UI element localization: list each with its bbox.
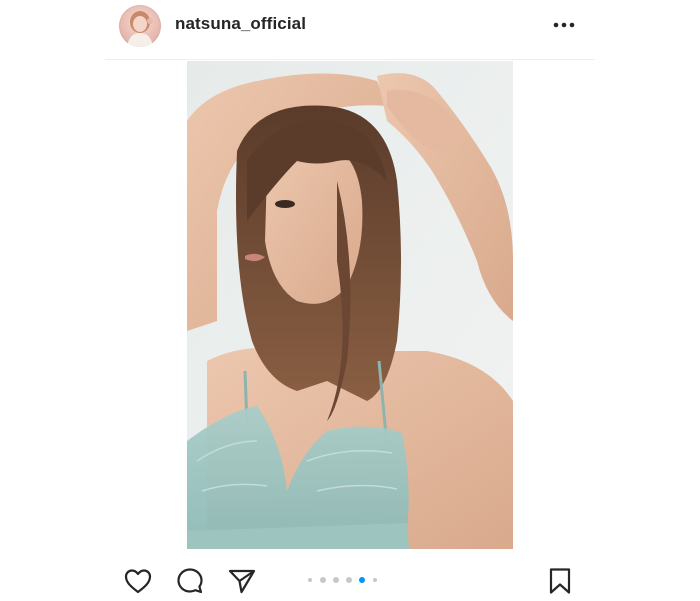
- comment-icon[interactable]: [175, 566, 205, 596]
- carousel-dot: [373, 578, 377, 582]
- carousel-dot: [346, 577, 352, 583]
- profile-avatar[interactable]: [119, 5, 161, 47]
- carousel-dot: [333, 577, 339, 583]
- bookmark-icon[interactable]: [545, 566, 575, 596]
- more-options-icon[interactable]: [549, 14, 579, 36]
- heart-icon[interactable]: [123, 566, 153, 596]
- avatar-image: [127, 11, 153, 47]
- header-divider: [105, 59, 595, 60]
- username[interactable]: natsuna_official: [175, 14, 306, 34]
- action-bar: [105, 560, 595, 600]
- post-photo[interactable]: [187, 61, 513, 549]
- carousel-dot-active: [359, 577, 365, 583]
- carousel-dot: [320, 577, 326, 583]
- post-photo-image: [187, 61, 513, 549]
- send-icon[interactable]: [227, 566, 257, 596]
- carousel-dot: [308, 578, 312, 582]
- post-header: natsuna_official: [105, 0, 595, 60]
